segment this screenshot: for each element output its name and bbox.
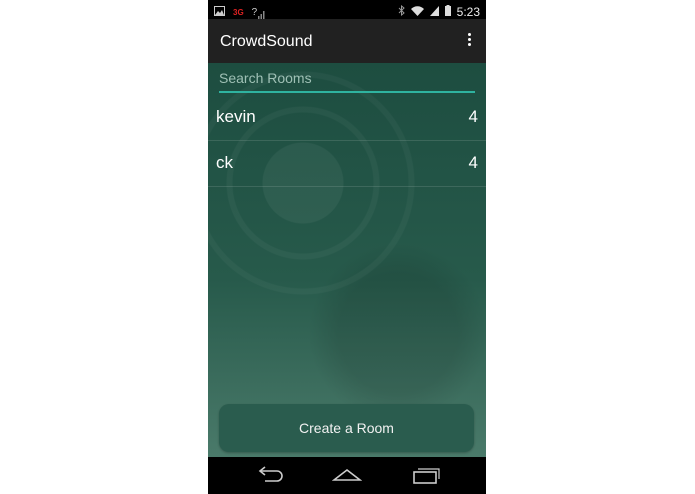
clock-time: 5:23 xyxy=(456,4,480,19)
app-title: CrowdSound xyxy=(220,33,313,50)
room-name: ck xyxy=(216,153,233,172)
action-bar: CrowdSound xyxy=(208,19,486,63)
home-icon[interactable] xyxy=(331,465,363,485)
status-bar: 3G ? 5:23 xyxy=(208,0,486,19)
more-vert-icon[interactable] xyxy=(464,31,474,51)
create-room-button[interactable]: Create a Room xyxy=(219,404,474,452)
room-list-item[interactable]: ck 4 xyxy=(208,141,486,187)
navigation-bar xyxy=(208,457,486,494)
recent-apps-icon[interactable] xyxy=(411,465,441,485)
signal-unknown-icon: ? xyxy=(252,6,267,19)
network-3g-badge: 3G xyxy=(233,7,244,17)
phone-screen: 3G ? 5:23 CrowdSound Search Rooms kevin … xyxy=(208,0,486,494)
back-icon[interactable] xyxy=(255,465,285,485)
room-member-count: 4 xyxy=(468,153,478,172)
search-input[interactable] xyxy=(219,67,475,89)
main-content: kevin 4 ck 4 Create a Room xyxy=(208,63,486,457)
room-member-count: 4 xyxy=(468,107,478,126)
search-field xyxy=(219,67,475,93)
room-name: kevin xyxy=(216,107,256,126)
room-list-item[interactable]: kevin 4 xyxy=(208,95,486,141)
